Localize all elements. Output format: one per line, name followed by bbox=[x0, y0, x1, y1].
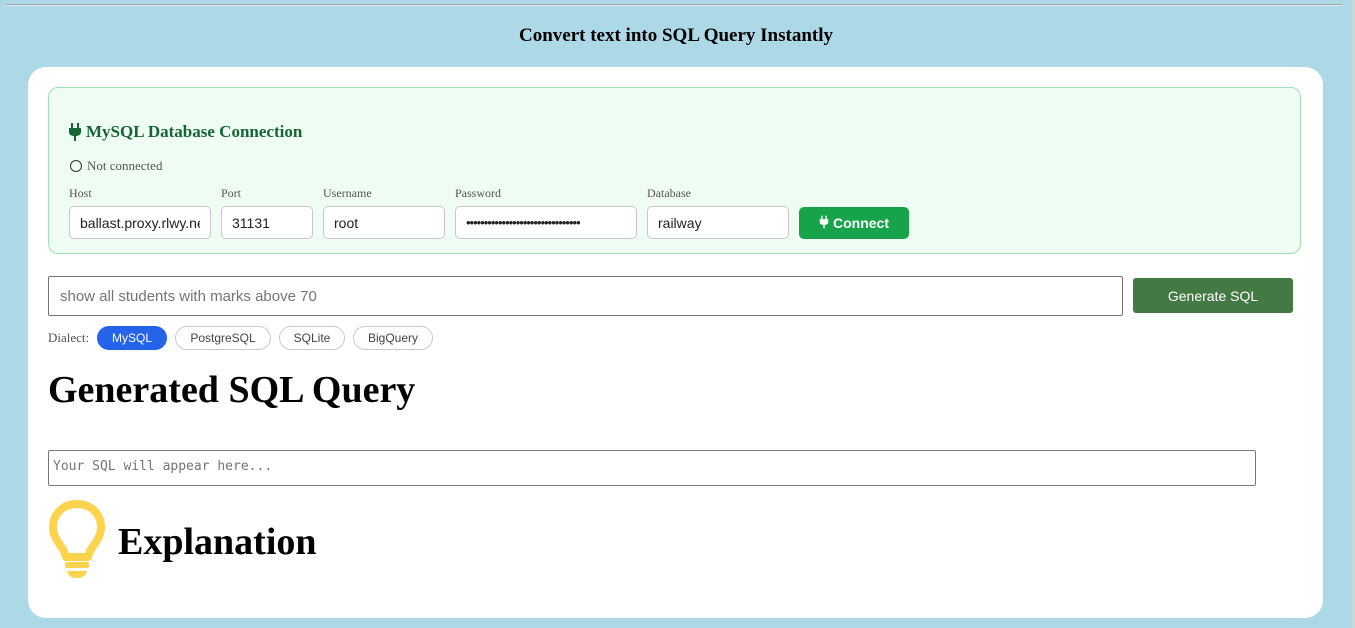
connect-button[interactable]: Connect bbox=[799, 207, 909, 239]
plug-icon bbox=[68, 123, 82, 141]
connection-status: Not connected bbox=[70, 158, 162, 174]
top-divider bbox=[6, 4, 1342, 6]
username-input[interactable] bbox=[323, 206, 445, 239]
status-circle-icon bbox=[70, 160, 82, 172]
lightbulb-icon bbox=[48, 499, 106, 584]
password-input[interactable] bbox=[455, 206, 637, 239]
connect-button-label: Connect bbox=[833, 215, 889, 231]
password-label: Password bbox=[455, 186, 502, 200]
connection-heading: MySQL Database Connection bbox=[68, 122, 302, 142]
connection-panel: MySQL Database Connection Not connected … bbox=[48, 87, 1301, 254]
generate-sql-button[interactable]: Generate SQL bbox=[1133, 278, 1293, 313]
page-title: Convert text into SQL Query Instantly bbox=[518, 25, 834, 46]
port-label: Port bbox=[221, 186, 242, 200]
dialect-option-bigquery[interactable]: BigQuery bbox=[353, 326, 433, 350]
dialect-option-mysql[interactable]: MySQL bbox=[97, 326, 167, 350]
database-label: Database bbox=[647, 186, 691, 200]
main-card: MySQL Database Connection Not connected … bbox=[28, 67, 1323, 618]
plug-icon bbox=[819, 215, 829, 232]
dialect-option-sqlite[interactable]: SQLite bbox=[279, 326, 345, 350]
generated-sql-heading: Generated SQL Query bbox=[48, 369, 416, 411]
dialect-option-postgresql[interactable]: PostgreSQL bbox=[175, 326, 271, 350]
host-input[interactable] bbox=[69, 206, 211, 239]
port-input[interactable] bbox=[221, 206, 313, 239]
sql-output-box[interactable] bbox=[48, 450, 1256, 486]
database-input[interactable] bbox=[647, 206, 789, 239]
host-label: Host bbox=[69, 186, 92, 200]
dialect-label: Dialect: bbox=[48, 330, 90, 345]
connection-status-text: Not connected bbox=[87, 158, 163, 173]
explanation-header: Explanation bbox=[48, 499, 317, 584]
query-input[interactable] bbox=[48, 276, 1123, 316]
username-label: Username bbox=[323, 186, 372, 200]
connection-heading-text: MySQL Database Connection bbox=[86, 122, 303, 141]
explanation-heading: Explanation bbox=[118, 520, 317, 563]
